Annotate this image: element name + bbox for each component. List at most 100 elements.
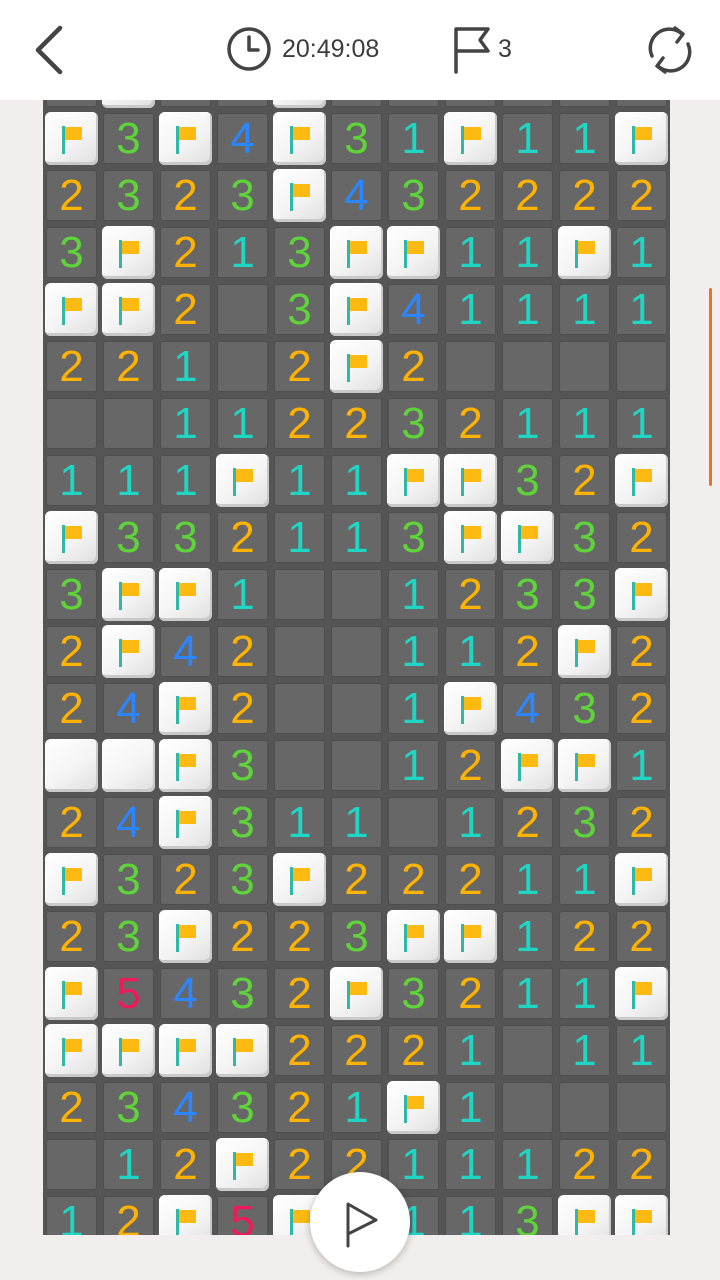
flagged-cell[interactable]: [385, 1079, 442, 1136]
flagged-cell[interactable]: [157, 794, 214, 851]
flagged-cell[interactable]: [214, 452, 271, 509]
revealed-empty-cell[interactable]: [442, 100, 499, 110]
revealed-number-cell[interactable]: 2: [442, 566, 499, 623]
revealed-number-cell[interactable]: 1: [499, 281, 556, 338]
flagged-cell[interactable]: [157, 908, 214, 965]
revealed-empty-cell[interactable]: [271, 566, 328, 623]
revealed-number-cell[interactable]: 3: [214, 794, 271, 851]
revealed-number-cell[interactable]: 1: [442, 794, 499, 851]
revealed-number-cell[interactable]: 1: [442, 1022, 499, 1079]
revealed-number-cell[interactable]: 2: [43, 338, 100, 395]
back-button[interactable]: [28, 24, 72, 76]
revealed-number-cell[interactable]: 2: [157, 1136, 214, 1193]
revealed-empty-cell[interactable]: [328, 623, 385, 680]
flagged-cell[interactable]: [613, 452, 670, 509]
revealed-number-cell[interactable]: 2: [613, 794, 670, 851]
revealed-number-cell[interactable]: 1: [499, 224, 556, 281]
revealed-number-cell[interactable]: 2: [442, 851, 499, 908]
revealed-number-cell[interactable]: 2: [157, 281, 214, 338]
revealed-number-cell[interactable]: 1: [214, 395, 271, 452]
revealed-number-cell[interactable]: 3: [214, 1079, 271, 1136]
revealed-number-cell[interactable]: 2: [214, 908, 271, 965]
revealed-number-cell[interactable]: 2: [271, 395, 328, 452]
revealed-number-cell[interactable]: 1: [328, 452, 385, 509]
revealed-number-cell[interactable]: 2: [43, 623, 100, 680]
revealed-number-cell[interactable]: 2: [271, 1022, 328, 1079]
revealed-number-cell[interactable]: 2: [385, 338, 442, 395]
flagged-cell[interactable]: [328, 224, 385, 281]
flagged-cell[interactable]: [556, 737, 613, 794]
revealed-number-cell[interactable]: 2: [442, 965, 499, 1022]
revealed-number-cell[interactable]: 3: [328, 908, 385, 965]
revealed-number-cell[interactable]: 2: [43, 908, 100, 965]
revealed-number-cell[interactable]: 3: [214, 851, 271, 908]
flagged-cell[interactable]: [43, 509, 100, 566]
revealed-number-cell[interactable]: 1: [499, 395, 556, 452]
revealed-number-cell[interactable]: 3: [214, 965, 271, 1022]
revealed-empty-cell[interactable]: [43, 100, 100, 110]
covered-cell[interactable]: [100, 100, 157, 110]
revealed-number-cell[interactable]: 1: [556, 965, 613, 1022]
revealed-number-cell[interactable]: 1: [556, 1022, 613, 1079]
revealed-number-cell[interactable]: 1: [613, 737, 670, 794]
revealed-number-cell[interactable]: 2: [328, 851, 385, 908]
revealed-number-cell[interactable]: 1: [157, 452, 214, 509]
revealed-number-cell[interactable]: 3: [385, 509, 442, 566]
revealed-number-cell[interactable]: 3: [100, 908, 157, 965]
revealed-number-cell[interactable]: 2: [442, 737, 499, 794]
revealed-number-cell[interactable]: 1: [613, 395, 670, 452]
revealed-number-cell[interactable]: 2: [328, 395, 385, 452]
revealed-number-cell[interactable]: 2: [43, 1079, 100, 1136]
flagged-cell[interactable]: [385, 224, 442, 281]
revealed-empty-cell[interactable]: [556, 100, 613, 110]
revealed-empty-cell[interactable]: [499, 338, 556, 395]
flagged-cell[interactable]: [385, 452, 442, 509]
revealed-number-cell[interactable]: 1: [157, 338, 214, 395]
revealed-number-cell[interactable]: 3: [499, 1193, 556, 1235]
revealed-number-cell[interactable]: 1: [271, 794, 328, 851]
revealed-empty-cell[interactable]: [385, 100, 442, 110]
revealed-number-cell[interactable]: 4: [100, 680, 157, 737]
revealed-number-cell[interactable]: 3: [385, 395, 442, 452]
flagged-cell[interactable]: [613, 851, 670, 908]
revealed-number-cell[interactable]: 2: [157, 167, 214, 224]
flagged-cell[interactable]: [442, 452, 499, 509]
revealed-empty-cell[interactable]: [499, 1022, 556, 1079]
revealed-number-cell[interactable]: 4: [157, 623, 214, 680]
revealed-empty-cell[interactable]: [271, 737, 328, 794]
revealed-number-cell[interactable]: 1: [100, 452, 157, 509]
flagged-cell[interactable]: [100, 623, 157, 680]
revealed-number-cell[interactable]: 1: [328, 1079, 385, 1136]
flagged-cell[interactable]: [43, 851, 100, 908]
flagged-cell[interactable]: [328, 281, 385, 338]
revealed-number-cell[interactable]: 2: [157, 224, 214, 281]
revealed-empty-cell[interactable]: [328, 680, 385, 737]
revealed-empty-cell[interactable]: [328, 737, 385, 794]
flagged-cell[interactable]: [100, 281, 157, 338]
revealed-number-cell[interactable]: 1: [385, 566, 442, 623]
revealed-number-cell[interactable]: 3: [271, 281, 328, 338]
covered-cell[interactable]: [43, 737, 100, 794]
flagged-cell[interactable]: [271, 167, 328, 224]
flagged-cell[interactable]: [214, 1022, 271, 1079]
revealed-number-cell[interactable]: 2: [499, 167, 556, 224]
revealed-empty-cell[interactable]: [499, 100, 556, 110]
revealed-number-cell[interactable]: 1: [442, 1193, 499, 1235]
revealed-number-cell[interactable]: 3: [100, 851, 157, 908]
revealed-number-cell[interactable]: 2: [556, 452, 613, 509]
revealed-number-cell[interactable]: 1: [499, 965, 556, 1022]
flagged-cell[interactable]: [556, 623, 613, 680]
revealed-number-cell[interactable]: 4: [499, 680, 556, 737]
flag-mode-button[interactable]: [310, 1172, 410, 1272]
revealed-number-cell[interactable]: 1: [385, 680, 442, 737]
revealed-number-cell[interactable]: 1: [271, 509, 328, 566]
revealed-number-cell[interactable]: 2: [271, 338, 328, 395]
revealed-empty-cell[interactable]: [613, 1079, 670, 1136]
revealed-number-cell[interactable]: 4: [328, 167, 385, 224]
revealed-number-cell[interactable]: 2: [385, 1022, 442, 1079]
revealed-number-cell[interactable]: 1: [499, 851, 556, 908]
revealed-number-cell[interactable]: 2: [613, 623, 670, 680]
revealed-number-cell[interactable]: 3: [556, 680, 613, 737]
revealed-number-cell[interactable]: 2: [271, 1079, 328, 1136]
revealed-empty-cell[interactable]: [499, 1079, 556, 1136]
